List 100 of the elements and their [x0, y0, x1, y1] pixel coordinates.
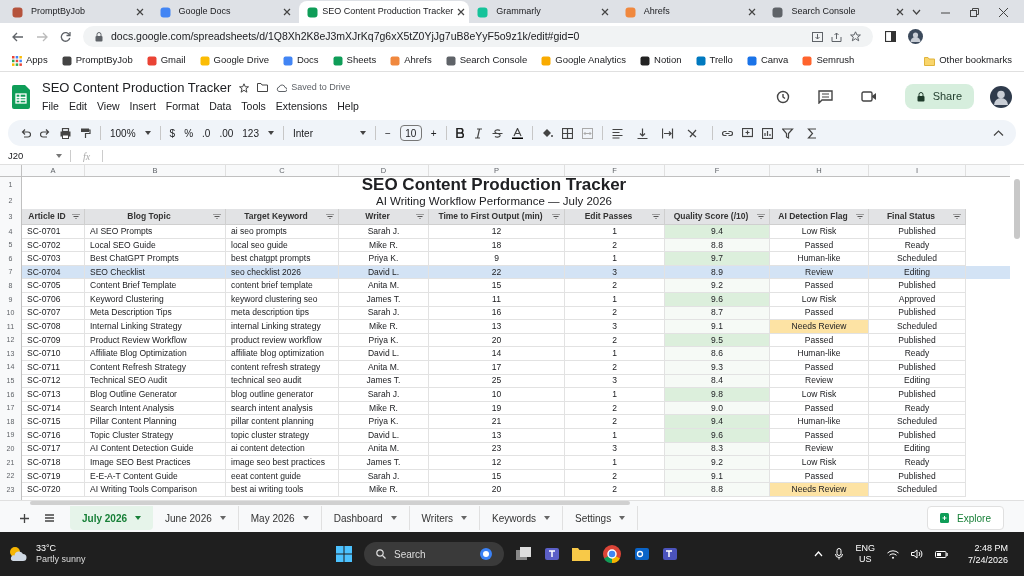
filter-icon[interactable]	[552, 214, 560, 219]
fill-color-icon[interactable]	[541, 127, 553, 139]
sheet-tab[interactable]: Writers	[409, 506, 481, 531]
chrome-icon[interactable]	[602, 544, 622, 564]
taskbar-search[interactable]: Search	[364, 542, 504, 566]
close-icon[interactable]	[135, 8, 144, 16]
print-icon[interactable]	[60, 127, 71, 139]
menu-item[interactable]: View	[97, 99, 120, 116]
browser-tab[interactable]: Ahrefs	[616, 1, 765, 23]
close-icon[interactable]	[748, 8, 757, 16]
video-camera-icon[interactable]	[860, 91, 877, 102]
filter-icon[interactable]	[326, 214, 334, 219]
menu-item[interactable]: Help	[337, 99, 359, 116]
folder-icon[interactable]	[257, 83, 269, 93]
toolbar-button[interactable]: $	[169, 125, 176, 141]
menu-item[interactable]: File	[42, 99, 59, 116]
bookmark-link[interactable]: Gmail	[146, 53, 186, 68]
bookmark-link[interactable]: Search Console	[445, 53, 528, 68]
toolbar-button[interactable]: −	[385, 125, 391, 141]
sheet-tab[interactable]: June 2026	[153, 506, 239, 531]
bookmark-link[interactable]: PromptByJob	[61, 53, 133, 68]
sheet-tab[interactable]: Settings	[563, 506, 639, 531]
share-icon[interactable]	[831, 31, 842, 42]
filter-icon[interactable]	[856, 214, 864, 219]
toolbar-button[interactable]: +	[430, 125, 437, 141]
task-view-icon[interactable]	[516, 547, 532, 561]
close-icon[interactable]	[895, 8, 904, 16]
star-icon[interactable]	[850, 31, 861, 42]
close-icon[interactable]	[600, 8, 609, 16]
chevron-up-icon[interactable]	[814, 551, 824, 557]
microphone-icon[interactable]	[835, 548, 844, 560]
history-icon[interactable]	[775, 89, 790, 104]
font-size-field[interactable]: 10	[399, 125, 422, 141]
filter-icon[interactable]	[757, 214, 765, 219]
browser-tab[interactable]: Search Console	[764, 1, 912, 23]
paint-format-icon[interactable]	[80, 127, 91, 139]
reload-icon[interactable]	[60, 31, 71, 42]
folder-icon[interactable]	[572, 547, 590, 561]
chart-icon[interactable]	[761, 127, 773, 139]
clock-date[interactable]: 7/24/2026	[967, 554, 1008, 566]
menu-item[interactable]: Format	[165, 99, 200, 116]
toolbar-button[interactable]: 123	[242, 125, 259, 141]
outlook-icon[interactable]	[634, 546, 650, 562]
bookmark-link[interactable]: Apps	[12, 53, 48, 68]
close-icon[interactable]	[283, 8, 292, 16]
browser-tab[interactable]: SEO Content Production Tracker	[299, 1, 470, 23]
merge-cells-icon[interactable]	[581, 127, 593, 139]
region-indicator[interactable]: US	[858, 554, 872, 565]
comment-icon[interactable]	[817, 89, 833, 104]
avatar-icon[interactable]	[908, 29, 923, 44]
wifi-icon[interactable]	[886, 549, 899, 559]
share-button[interactable]: Share	[904, 84, 974, 109]
scrollbar-thumb[interactable]	[1014, 179, 1020, 239]
chevron-down-icon[interactable]	[911, 9, 921, 15]
teams-icon[interactable]	[544, 546, 560, 562]
toolbar-button[interactable]: .0	[202, 125, 211, 141]
bookmark-link[interactable]: Google Drive	[199, 53, 269, 68]
add-comment-icon[interactable]	[741, 127, 753, 139]
bookmark-link[interactable]: Docs	[282, 53, 319, 68]
toolbar-button[interactable]: %	[184, 125, 194, 141]
bookmark-link[interactable]: Ahrefs	[390, 53, 432, 68]
filter-icon[interactable]	[72, 214, 80, 219]
font-dropdown[interactable]: Inter	[293, 125, 351, 141]
menu-icon[interactable]	[45, 514, 54, 523]
document-title[interactable]: SEO Content Production Tracker	[42, 77, 232, 98]
clock-time[interactable]: 2:48 PM	[974, 542, 1008, 554]
browser-tab[interactable]: Google Docs	[151, 1, 300, 23]
sheet-tab[interactable]: July 2026	[70, 506, 154, 531]
strikethrough-icon[interactable]	[491, 127, 503, 139]
bookmark-link[interactable]: Canva	[746, 53, 789, 68]
avatar-icon[interactable]	[990, 85, 1012, 108]
teams-icon[interactable]	[662, 546, 678, 562]
star-icon[interactable]	[239, 82, 250, 93]
menu-item[interactable]: Data	[209, 99, 232, 116]
close-icon[interactable]	[998, 7, 1008, 17]
name-box[interactable]: J20	[0, 148, 70, 164]
bookmark-link[interactable]: Sheets	[332, 53, 377, 68]
text-color-icon[interactable]	[511, 127, 523, 139]
sheet-tab[interactable]: Keywords	[480, 506, 563, 531]
windows-start-icon[interactable]	[336, 546, 352, 562]
redo-icon[interactable]	[40, 127, 51, 139]
toolbar-button[interactable]: .00	[219, 125, 234, 141]
menu-item[interactable]: Extensions	[275, 99, 328, 116]
bookmark-link[interactable]: Google Analytics	[541, 53, 627, 68]
menu-item[interactable]: Edit	[68, 99, 87, 116]
add-icon[interactable]	[20, 513, 29, 523]
speaker-icon[interactable]	[910, 549, 923, 559]
explore-button[interactable]: Explore	[927, 506, 1004, 531]
bookmark-link[interactable]: Semrush	[802, 53, 855, 68]
caret-icon[interactable]	[144, 131, 151, 135]
close-icon[interactable]	[457, 8, 466, 16]
address-bar[interactable]: docs.google.com/spreadsheets/d/1Q8Xh2K8eJ3mXJrKq7g6xX5tZ0YjJg7uB8eYyF5o9z1k/edit#gid=0	[83, 26, 873, 47]
menu-item[interactable]: Insert	[129, 99, 156, 116]
battery-icon[interactable]	[934, 550, 948, 558]
sheet-tab[interactable]: Dashboard	[321, 506, 410, 531]
install-icon[interactable]	[812, 31, 823, 42]
restore-icon[interactable]	[969, 7, 979, 17]
filter-icon[interactable]	[652, 214, 660, 219]
filter-icon[interactable]	[213, 214, 221, 219]
side-panel-icon[interactable]	[885, 31, 896, 42]
